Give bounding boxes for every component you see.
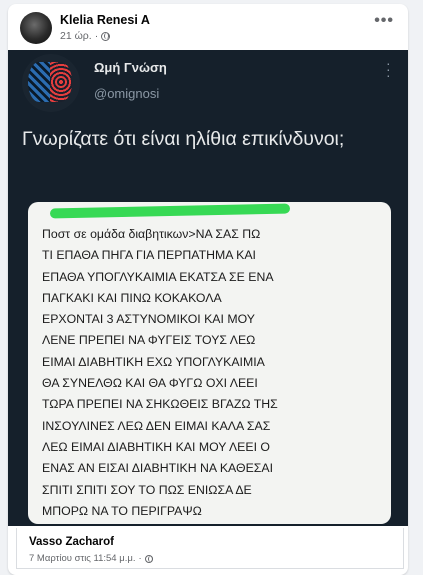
avatar-art-right [50, 62, 72, 102]
tweet-text: Γνωρίζατε ότι είναι ηλίθια επικίνδυνοι; [22, 128, 345, 150]
post-timestamp[interactable]: 21 ώρ. [60, 30, 92, 42]
post-header: Klelia Renesi A 21 ώρ. · ••• [8, 4, 408, 50]
separator-dot: · [138, 553, 142, 564]
shared-by-name[interactable]: Vasso Zacharof [29, 536, 114, 548]
author-avatar[interactable] [20, 12, 52, 44]
post-meta: 21 ώρ. · [60, 30, 111, 42]
tweet-avatar [22, 54, 80, 112]
embedded-message-text: Ποστ σε ομάδα διαβητικων>ΝΑ ΣΑΣ ΠΩ ΤΙ ΕΠ… [42, 227, 278, 518]
tweet-more-icon: · · · [386, 55, 391, 83]
shared-tweet-image[interactable]: Ωμή Γνώση @omignosi · · · Γνωρίζατε ότι εί… [8, 50, 408, 526]
embedded-screenshot: Ποστ σε ομάδα διαβητικων>ΝΑ ΣΑΣ ΠΩ ΤΙ ΕΠ… [28, 202, 391, 524]
more-options-icon[interactable]: ••• [374, 12, 394, 30]
highlighter-mark [49, 203, 291, 219]
shared-by-meta: 7 Μαρτίου στις 11:54 μ.μ. · [29, 553, 153, 564]
tweet-handle: @omignosi [94, 86, 160, 101]
separator-dot: · [94, 30, 99, 42]
tweet-display-name: Ωμή Γνώση [94, 60, 167, 75]
original-post-footer: Vasso Zacharof 7 Μαρτίου στις 11:54 μ.μ.… [16, 528, 404, 569]
facebook-post-card: Klelia Renesi A 21 ώρ. · ••• Ωμή Γνώση @… [8, 4, 408, 575]
author-name[interactable]: Klelia Renesi A [60, 13, 150, 27]
avatar-art-left [28, 62, 50, 102]
globe-icon[interactable] [101, 31, 111, 41]
globe-icon[interactable] [144, 554, 153, 563]
shared-timestamp[interactable]: 7 Μαρτίου στις 11:54 μ.μ. [29, 553, 135, 564]
